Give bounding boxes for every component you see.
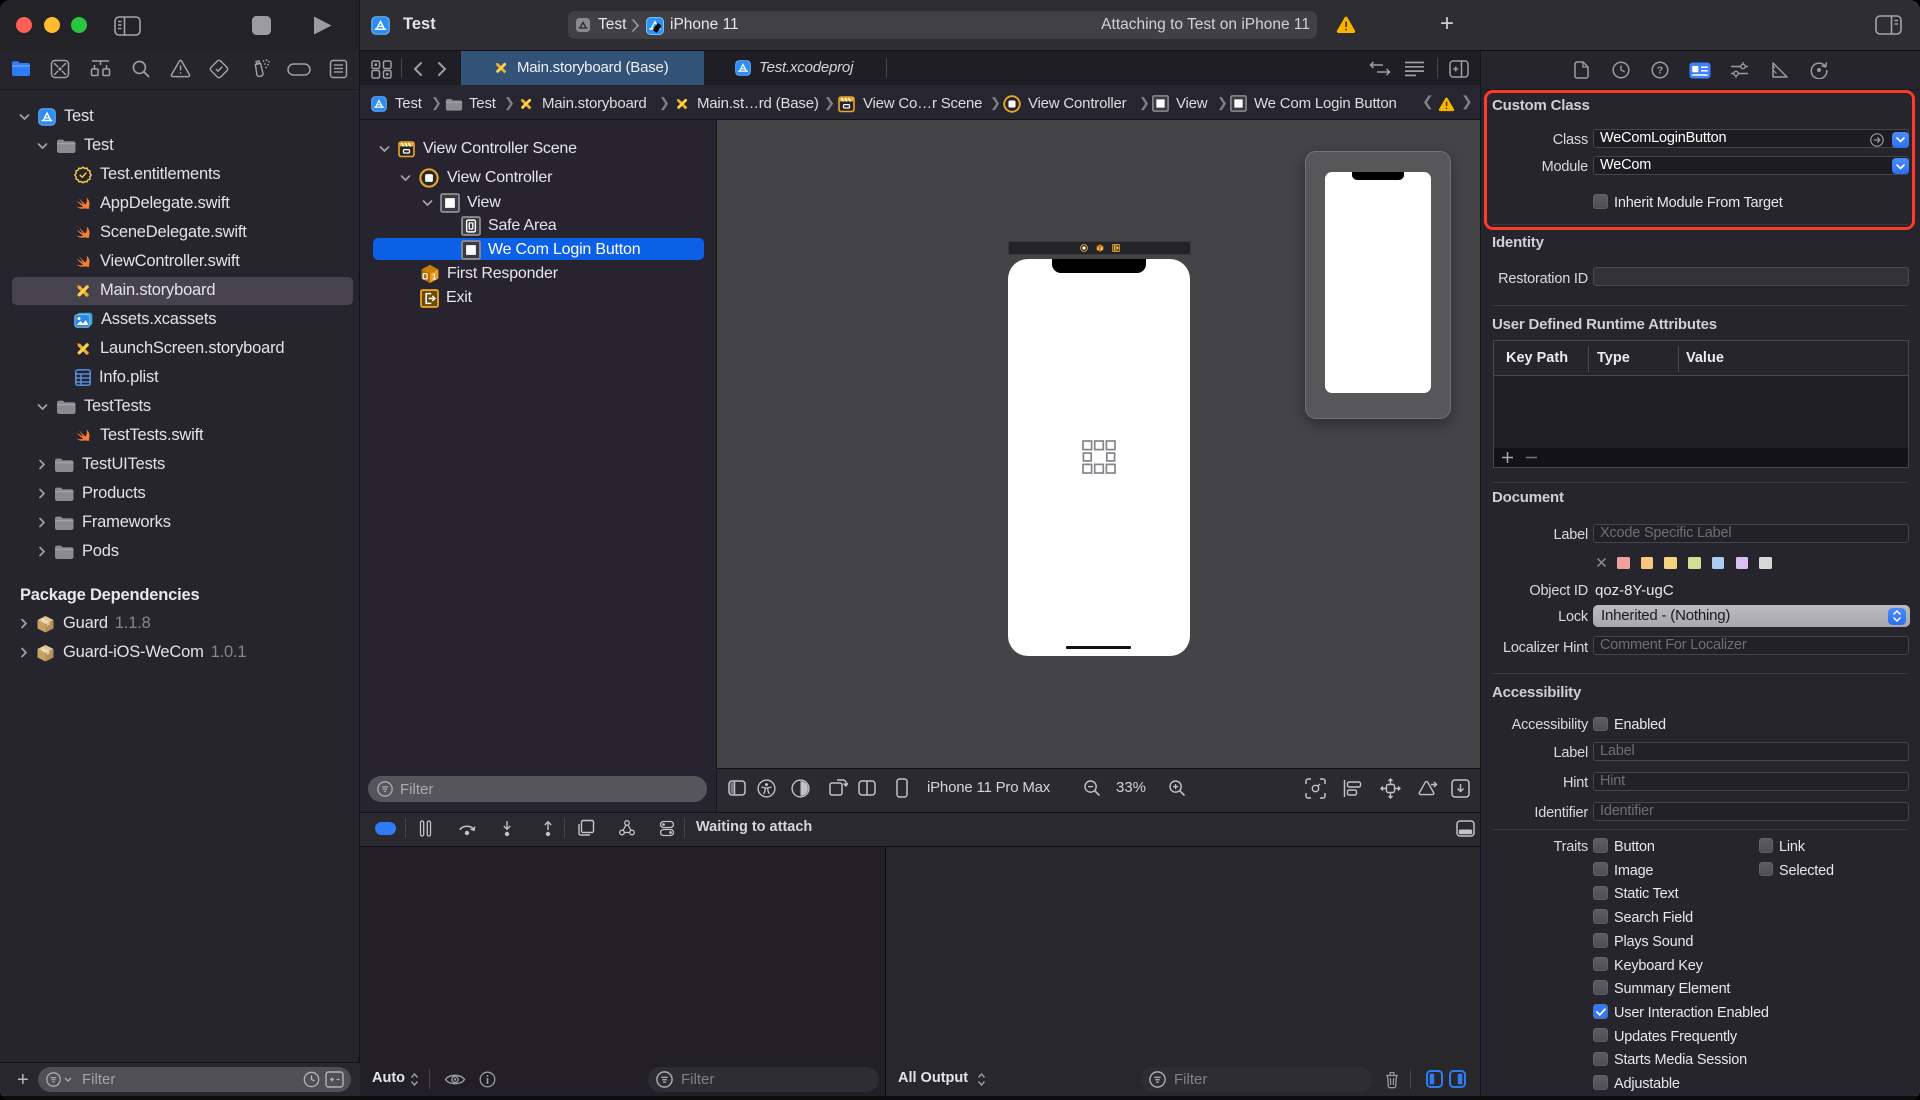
svg-text:?: ?: [1657, 65, 1663, 77]
